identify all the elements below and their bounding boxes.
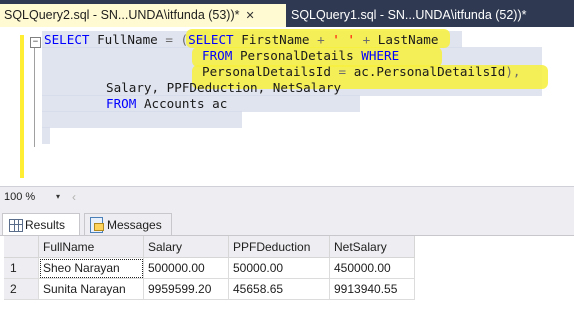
operator: =	[338, 64, 347, 79]
selection-highlight	[42, 127, 50, 144]
tab-sqlquery2-label: SQLQuery2.sql - SN...UNDA\itfunda (53))*	[4, 8, 240, 22]
code-line-2: FROM PersonalDetails WHERE	[202, 48, 399, 64]
grid-icon	[9, 219, 23, 232]
outline-line	[34, 42, 35, 147]
identifier: PersonalDetails	[239, 48, 354, 63]
cell-netsalary[interactable]: 9913940.55	[329, 278, 415, 300]
identifier: Accounts ac	[143, 96, 228, 111]
zoom-level[interactable]: 100 %	[4, 187, 35, 207]
row-number[interactable]: 2	[4, 278, 39, 300]
keyword: WHERE	[361, 48, 400, 63]
keyword: SELECT	[44, 32, 90, 47]
identifier: FullName	[97, 32, 158, 47]
zoom-bar: 100 % ▾ ‹	[0, 186, 574, 207]
tab-sqlquery1[interactable]: SQLQuery1.sql - SN...UNDA\itfunda (52))*	[287, 4, 574, 27]
close-icon[interactable]: ✕	[246, 5, 255, 28]
column-header[interactable]: FullName	[38, 236, 144, 258]
identifier: LastName	[377, 32, 439, 47]
keyword: SELECT	[188, 32, 234, 47]
column-header[interactable]: PPFDeduction	[228, 236, 330, 258]
string-literal: ' '	[332, 32, 356, 47]
results-grid: FullName Salary PPFDeduction NetSalary 1…	[4, 236, 415, 300]
column-header[interactable]: Salary	[143, 236, 229, 258]
row-number-header	[4, 236, 39, 258]
chevron-down-icon[interactable]: ▾	[56, 187, 60, 207]
header-row: FullName Salary PPFDeduction NetSalary	[4, 236, 415, 258]
cell-fullname[interactable]: Sunita Narayan	[38, 278, 144, 300]
tab-results-label: Results	[25, 218, 66, 232]
results-pane: FullName Salary PPFDeduction NetSalary 1…	[0, 236, 574, 332]
table-row: 2 Sunita Narayan 9959599.20 45658.65 991…	[4, 278, 415, 300]
cell-ppfdeduction[interactable]: 50000.00	[228, 257, 330, 279]
selection-highlight	[42, 111, 242, 128]
query-editor[interactable]: − SELECT FullName = (SELECT FirstName + …	[0, 27, 574, 185]
tab-messages-label: Messages	[107, 218, 162, 232]
change-tracking-bar	[20, 35, 24, 178]
keyword: FROM	[202, 48, 233, 63]
table-row: 1 Sheo Narayan 500000.00 50000.00 450000…	[4, 257, 415, 279]
cell-salary[interactable]: 9959599.20	[143, 278, 229, 300]
messages-icon	[90, 217, 104, 233]
cell-salary[interactable]: 500000.00	[143, 257, 229, 279]
operator: =	[165, 32, 173, 47]
result-tabs: Results Messages	[0, 207, 574, 236]
tab-sqlquery1-label: SQLQuery1.sql - SN...UNDA\itfunda (52))*	[291, 8, 527, 22]
tab-sqlquery2[interactable]: SQLQuery2.sql - SN...UNDA\itfunda (53))*…	[0, 4, 286, 27]
code-line-3: PersonalDetailsId = ac.PersonalDetailsId…	[202, 64, 521, 80]
identifier: Salary, PPFDeduction, NetSalary	[106, 80, 342, 95]
scroll-left-icon[interactable]: ‹	[72, 187, 76, 207]
operator: +	[317, 32, 325, 47]
keyword: FROM	[106, 96, 137, 111]
identifier: ac.PersonalDetailsId	[353, 64, 506, 79]
identifier: PersonalDetailsId	[202, 64, 331, 79]
code-line-4: Salary, PPFDeduction, NetSalary	[106, 80, 341, 96]
cell-netsalary[interactable]: 450000.00	[329, 257, 415, 279]
collapse-icon[interactable]: −	[30, 37, 41, 48]
row-number[interactable]: 1	[4, 257, 39, 279]
editor-margin	[0, 27, 22, 185]
document-tab-strip: SQLQuery2.sql - SN...UNDA\itfunda (53))*…	[0, 0, 574, 27]
tab-results[interactable]: Results	[2, 213, 80, 235]
operator: +	[362, 32, 371, 47]
cell-ppfdeduction[interactable]: 45658.65	[228, 278, 330, 300]
identifier: FirstName	[241, 32, 310, 47]
code-line-5: FROM Accounts ac	[106, 96, 227, 112]
column-header[interactable]: NetSalary	[329, 236, 415, 258]
tab-messages[interactable]: Messages	[84, 213, 172, 235]
cell-fullname[interactable]: Sheo Narayan	[38, 257, 144, 279]
operator: ),	[505, 64, 521, 79]
operator: (	[180, 32, 189, 47]
code-line-1: SELECT FullName = (SELECT FirstName + ' …	[44, 32, 438, 48]
